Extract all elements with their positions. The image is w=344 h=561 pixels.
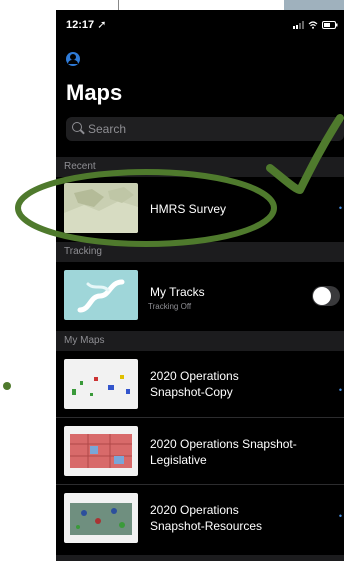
tracking-toggle[interactable] [312,286,340,306]
list-item-subtitle: Tracking Off [148,302,192,311]
list-item-title: 2020 Operations Snapshot- [150,437,297,451]
list-item-map-1[interactable]: 2020 Operations Snapshot-Copy • [56,351,344,417]
battery-icon [322,20,338,29]
list-item-title-line2: Legislative [150,453,207,467]
screenshot: 12:17 ➚ Maps Search Recent HMRS Survey •… [0,0,344,561]
status-icons [292,19,338,29]
list-item-title-line2: Snapshot-Resources [150,519,263,533]
map-thumbnail [64,183,138,233]
page-title: Maps [66,80,123,105]
section-header-my-maps: My Maps [56,331,344,351]
list-item-title: 2020 Operations [150,369,239,383]
map-thumbnail [64,493,138,543]
list-item-title: 2020 Operations [150,503,239,517]
list-item-title: My Tracks [150,285,205,299]
list-item-map-2[interactable]: 2020 Operations Snapshot- Legislative [56,418,344,484]
more-icon[interactable]: • [339,203,342,213]
signal-icon [292,20,304,29]
section-header-label: Recent [64,161,96,172]
section-header-label: My Maps [64,335,105,346]
list-item-my-tracks[interactable]: My Tracks Tracking Off [56,262,344,326]
list-item-hmrs-survey[interactable]: HMRS Survey • [56,177,344,239]
section-header-label: Tracking [64,246,102,257]
search-input[interactable]: Search [66,117,344,141]
next-row-peek [56,555,344,561]
map-thumbnail [64,359,138,409]
list-item-title: HMRS Survey [150,202,227,216]
background-right [284,0,344,10]
background-line [118,0,119,10]
list-item-map-3[interactable]: 2020 Operations Snapshot-Resources • [56,485,344,551]
phone-screen: 12:17 ➚ Maps Search Recent HMRS Survey •… [56,10,344,561]
profile-icon[interactable] [66,52,80,66]
wifi-icon [309,21,318,29]
tracks-thumbnail [64,270,138,320]
search-icon [72,122,82,132]
search-placeholder: Search [88,122,127,136]
more-icon[interactable]: • [339,385,342,395]
map-thumbnail [64,426,138,476]
more-icon[interactable]: • [339,511,342,521]
list-item-title-line2: Snapshot-Copy [150,385,233,399]
status-bar: 12:17 ➚ [56,10,344,40]
section-header-tracking: Tracking [56,242,344,262]
section-header-recent: Recent [56,157,344,177]
status-time: 12:17 ➚ [66,19,107,31]
background-left [0,0,56,561]
